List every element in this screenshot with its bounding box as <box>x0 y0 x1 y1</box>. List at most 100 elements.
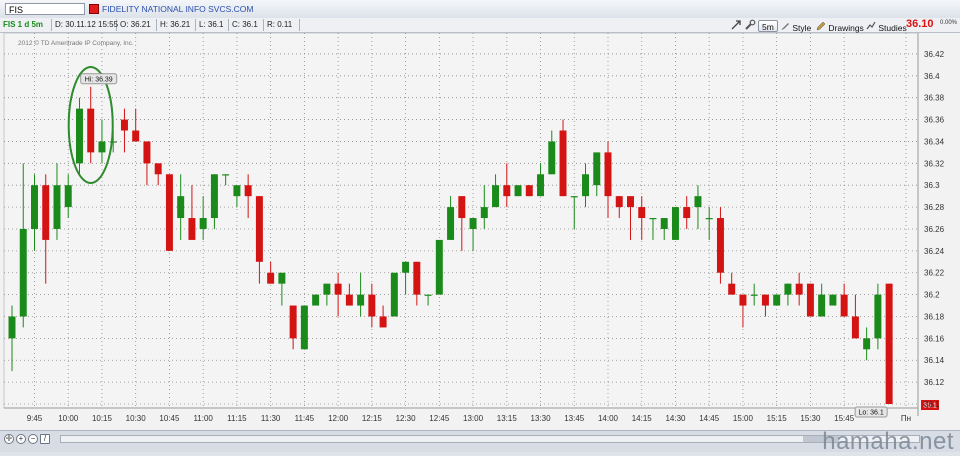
candle-body <box>671 207 679 240</box>
symbol-color-swatch[interactable] <box>89 4 99 14</box>
wrench-icon[interactable] <box>744 19 756 31</box>
x-tick-label: 13:15 <box>497 414 518 423</box>
y-tick-label: 36.28 <box>924 203 945 212</box>
navigation-bar: ✛ + − / <box>0 430 960 452</box>
x-tick-label: 9:45 <box>27 414 43 423</box>
candlestick-chart[interactable]: Hi: 36.39 Lo: 36.1 36.1 36.42 36.4 36.38 36.3… <box>0 32 960 431</box>
candle-body <box>199 218 207 229</box>
time-scrollbar[interactable] <box>60 435 920 443</box>
copyright-text: 2012 © TD Ameritrade IP Company, Inc. <box>18 39 134 47</box>
candle-body <box>357 294 365 306</box>
studies-button[interactable]: Studies <box>866 21 907 33</box>
x-tick-label: 15:45 <box>834 414 855 423</box>
company-name: FIDELITY NATIONAL INFO SVCS.COM <box>102 4 254 14</box>
x-tick-label: 11:30 <box>261 414 281 423</box>
candle-body <box>222 174 230 176</box>
y-tick-label: 36.16 <box>924 334 945 343</box>
pan-icon[interactable]: ✛ <box>4 434 14 444</box>
x-tick-label: 10:45 <box>159 414 180 423</box>
info-bar: FIS 1 d 5m D: 30.11.12 15:55 O: 36.21 H:… <box>0 18 960 33</box>
style-button[interactable]: Style <box>780 21 811 33</box>
interval-button[interactable]: 5m <box>758 20 778 32</box>
candle-body <box>863 338 871 350</box>
x-tick-label: 14:00 <box>598 414 619 423</box>
candle-body <box>345 294 353 306</box>
x-tick-label: 11:00 <box>193 414 213 423</box>
y-tick-label: 36.14 <box>924 356 945 365</box>
candle-body <box>98 141 106 153</box>
lo-label: Lo: 36.1 <box>858 410 883 417</box>
watermark: hamaha.net <box>822 428 954 455</box>
candle-body <box>503 185 511 197</box>
candle-body <box>289 305 297 339</box>
candle-body <box>818 294 826 317</box>
info-open: O: 36.21 <box>117 19 157 31</box>
candle-body <box>413 261 421 295</box>
candle-body <box>537 174 545 197</box>
y-tick-label: 36.36 <box>924 116 945 125</box>
candle-body <box>615 196 623 208</box>
candle-body <box>627 196 634 208</box>
candle-body <box>233 185 241 197</box>
candle-body <box>604 152 612 197</box>
x-tick-label: 14:45 <box>699 414 720 423</box>
info-high: H: 36.21 <box>157 19 196 31</box>
x-tick-label: 15:15 <box>767 414 788 423</box>
candle-body <box>19 228 27 317</box>
drawings-label: Drawings <box>828 23 864 33</box>
candle-body <box>739 294 747 306</box>
candle-body <box>402 261 410 273</box>
candle-body <box>570 196 578 198</box>
chart-title: FIS 1 d 5m <box>0 19 52 31</box>
price-chart[interactable]: Hi: 36.39 Lo: 36.1 36.1 36.42 36.4 36.38 36.3… <box>0 32 960 431</box>
candle-body <box>300 305 308 350</box>
candle-body <box>8 316 16 339</box>
plot-area <box>3 32 919 409</box>
candle-body <box>593 152 601 186</box>
candle-body <box>683 207 691 219</box>
y-tick-label: 36.34 <box>924 137 945 146</box>
symbol-input[interactable]: FIS <box>5 3 85 15</box>
candle-body <box>53 185 61 229</box>
candle-body <box>120 119 128 131</box>
candle-body <box>469 218 477 229</box>
candle-body <box>312 294 320 306</box>
y-tick-label: 36.12 <box>924 378 945 387</box>
candle-body <box>750 294 758 296</box>
x-tick-label: 14:30 <box>665 414 686 423</box>
zoom-out-icon[interactable]: − <box>28 434 38 444</box>
zoom-in-icon[interactable]: + <box>16 434 26 444</box>
candle-body <box>694 196 702 208</box>
info-range: R: 0.11 <box>264 19 300 31</box>
y-tick-label: 36.38 <box>924 94 945 103</box>
candle-body <box>784 283 792 295</box>
draw-line-icon[interactable]: / <box>40 434 50 444</box>
candle-body <box>705 218 713 220</box>
x-tick-label: 13:30 <box>531 414 552 423</box>
drawings-button[interactable]: Drawings <box>816 21 864 33</box>
x-tick-label: 14:15 <box>632 414 653 423</box>
candle-body <box>660 218 668 229</box>
y-tick-label: 36.18 <box>924 312 945 321</box>
candle-body <box>514 185 522 197</box>
symbol-bar: FIS FIDELITY NATIONAL INFO SVCS.COM <box>0 0 960 19</box>
candle-body <box>132 130 140 142</box>
candle-body <box>829 294 837 306</box>
studies-icon <box>866 21 876 30</box>
y-tick-label: 36.26 <box>924 225 945 234</box>
candle-body <box>435 239 443 295</box>
candle-body <box>424 294 432 296</box>
y-tick-label: 36.22 <box>924 269 945 278</box>
y-tick-label: 36.2 <box>924 291 940 300</box>
x-tick-label: Пн <box>901 414 911 423</box>
pencil-icon <box>816 21 826 31</box>
candle-body <box>559 130 567 197</box>
candle-body <box>795 283 803 295</box>
x-tick-label: 10:00 <box>58 414 79 423</box>
link-icon[interactable] <box>730 19 742 31</box>
x-tick-label: 13:00 <box>463 414 484 423</box>
candle-body <box>255 196 263 262</box>
y-tick-label: 36.3 <box>924 181 940 190</box>
x-tick-label: 10:30 <box>126 414 147 423</box>
x-tick-label: 13:45 <box>564 414 585 423</box>
